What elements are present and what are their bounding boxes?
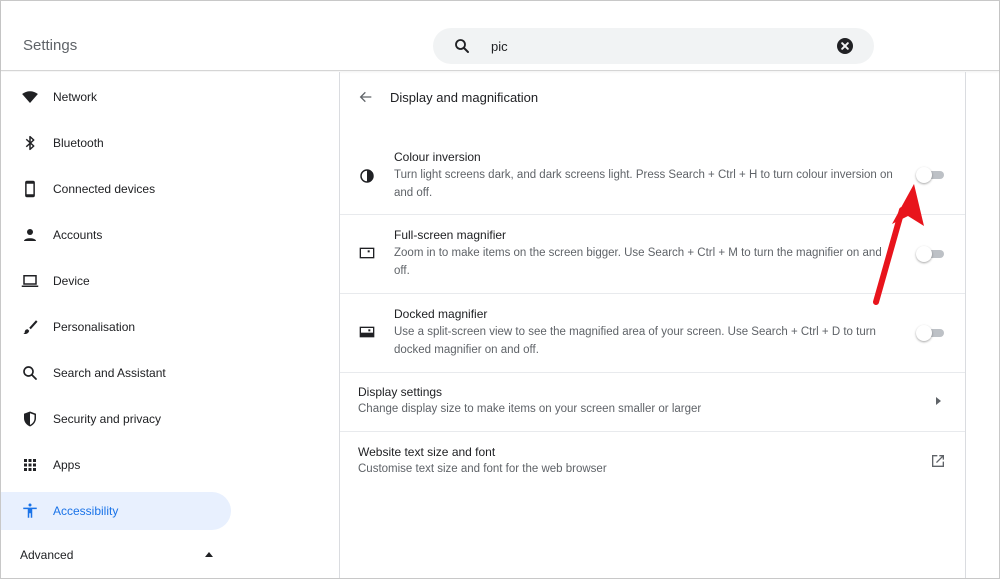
- back-arrow-icon[interactable]: [357, 89, 375, 105]
- accessibility-icon: [23, 503, 37, 518]
- fullscreen-magnifier-icon: [359, 247, 375, 259]
- sidebar-item-label: Bluetooth: [53, 136, 104, 150]
- page-title: Display and magnification: [390, 90, 539, 105]
- search-box[interactable]: pic: [433, 28, 874, 64]
- setting-title: Colour inversion: [394, 150, 481, 164]
- laptop-icon: [21, 275, 39, 287]
- sidebar-item-search-assistant[interactable]: Search and Assistant: [1, 354, 231, 392]
- sidebar-item-label: Device: [53, 274, 90, 288]
- chevron-right-icon: [936, 397, 941, 405]
- sidebar-item-label: Security and privacy: [53, 412, 162, 426]
- sidebar: Network Bluetooth Connected devices Acco…: [1, 72, 339, 578]
- sidebar-item-network[interactable]: Network: [1, 78, 231, 116]
- sidebar-item-connected-devices[interactable]: Connected devices: [1, 170, 231, 208]
- search-input[interactable]: pic: [491, 39, 508, 54]
- annotation-arrow-icon: [873, 184, 924, 305]
- setting-title: Full-screen magnifier: [394, 228, 507, 242]
- sidebar-item-label: Search and Assistant: [53, 366, 166, 380]
- link-title: Display settings: [358, 385, 443, 399]
- sidebar-item-bluetooth[interactable]: Bluetooth: [1, 124, 231, 162]
- shield-icon: [24, 411, 36, 427]
- link-description: Customise text size and font for the web…: [358, 463, 607, 475]
- sidebar-item-label: Apps: [53, 458, 81, 472]
- sidebar-item-label: Connected devices: [53, 182, 156, 196]
- content-right-border: [965, 72, 966, 578]
- person-icon: [24, 229, 36, 241]
- setting-description: Use a split-screen view to see the magni…: [394, 326, 876, 356]
- main-content: Display and magnification Colour inversi…: [340, 72, 965, 578]
- search-icon: [455, 39, 469, 53]
- close-icon[interactable]: [837, 38, 853, 54]
- sidebar-item-accounts[interactable]: Accounts: [1, 216, 231, 254]
- header: Settings pic: [1, 1, 999, 71]
- sidebar-item-security-privacy[interactable]: Security and privacy: [1, 400, 231, 438]
- sidebar-item-accessibility[interactable]: Accessibility: [1, 492, 231, 530]
- advanced-section-toggle[interactable]: Advanced: [1, 536, 231, 574]
- sidebar-item-label: Accounts: [53, 228, 103, 242]
- brush-icon: [23, 320, 38, 335]
- toggle-knob: [916, 325, 932, 341]
- setting-description: Turn light screens dark, and dark screen…: [394, 169, 893, 199]
- website-text-size-link[interactable]: Website text size and font Customise tex…: [340, 432, 965, 490]
- chevron-up-icon: [205, 552, 213, 557]
- sidebar-item-personalisation[interactable]: Personalisation: [1, 308, 231, 346]
- link-title: Website text size and font: [358, 445, 496, 459]
- app-title: Settings: [23, 37, 78, 54]
- sidebar-item-device[interactable]: Device: [1, 262, 231, 300]
- link-description: Change display size to make items on you…: [358, 403, 702, 415]
- setting-description: Zoom in to make items on the screen bigg…: [394, 247, 882, 277]
- setting-title: Docked magnifier: [394, 307, 488, 321]
- contrast-icon: [360, 169, 374, 183]
- sidebar-item-label: Network: [53, 90, 98, 104]
- external-link-icon: [932, 455, 944, 467]
- bluetooth-icon: [25, 135, 35, 151]
- sidebar-item-apps[interactable]: Apps: [1, 446, 231, 484]
- docked-magnifier-toggle[interactable]: [916, 325, 944, 341]
- docked-magnifier-icon: [359, 326, 375, 338]
- sidebar-item-label: Personalisation: [53, 320, 136, 334]
- sidebar-item-label: Accessibility: [53, 504, 119, 518]
- phone-icon: [25, 180, 35, 198]
- advanced-label: Advanced: [20, 548, 74, 562]
- wifi-icon: [22, 91, 38, 103]
- display-settings-link[interactable]: Display settings Change display size to …: [340, 373, 965, 431]
- apps-grid-icon: [24, 459, 36, 471]
- search-icon: [23, 366, 37, 380]
